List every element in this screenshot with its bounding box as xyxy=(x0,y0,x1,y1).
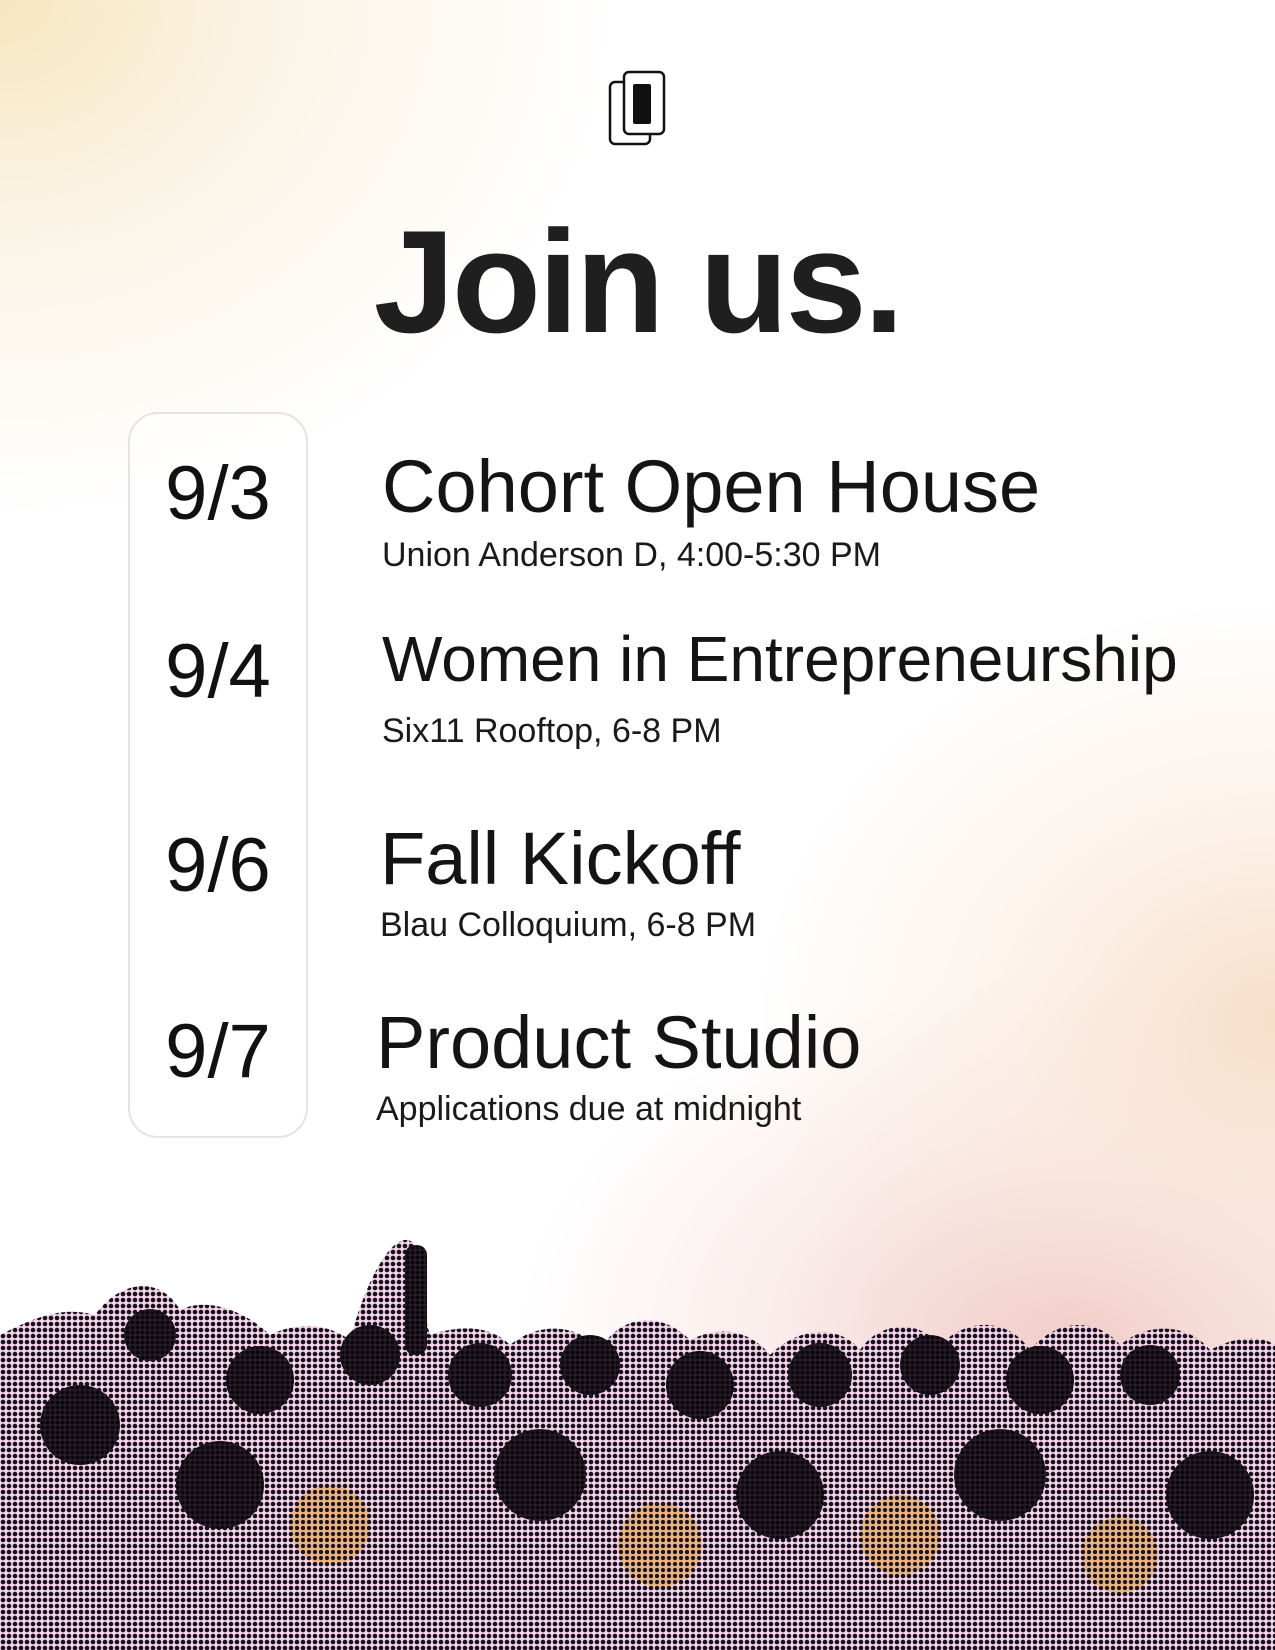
stacked-cards-logo-icon xyxy=(608,70,666,146)
event-title: Cohort Open House xyxy=(382,445,1041,528)
event-details: Blau Colloquium, 6-8 PM xyxy=(380,906,757,944)
event-title: Fall Kickoff xyxy=(380,817,741,900)
event-details: Union Anderson D, 4:00-5:30 PM xyxy=(382,536,881,574)
event-details: Applications due at midnight xyxy=(376,1090,802,1128)
event-details: Six11 Rooftop, 6-8 PM xyxy=(382,712,722,750)
event-title: Women in Entrepreneurship xyxy=(382,623,1178,695)
event-date: 9/3 xyxy=(165,451,271,536)
event-date: 9/4 xyxy=(165,629,271,714)
audience-photo xyxy=(0,1239,1275,1650)
headline: Join us. xyxy=(373,200,905,363)
event-title: Product Studio xyxy=(376,1001,862,1084)
event-date: 9/7 xyxy=(165,1009,271,1094)
event-date: 9/6 xyxy=(165,823,271,908)
